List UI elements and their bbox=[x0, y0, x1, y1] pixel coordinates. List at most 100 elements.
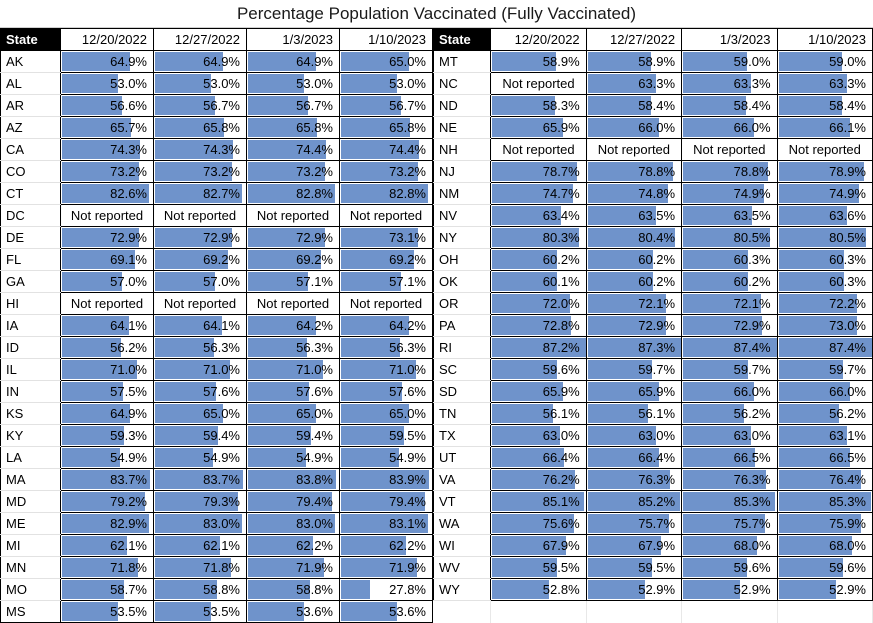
cell-value[interactable]: 82.8% bbox=[246, 182, 340, 205]
cell-state[interactable]: NC bbox=[432, 72, 492, 95]
cell-value[interactable]: Not reported bbox=[246, 204, 340, 227]
cell-state[interactable]: ND bbox=[432, 94, 492, 117]
cell-value[interactable]: 57.0% bbox=[60, 270, 154, 293]
cell-value[interactable]: 73.1% bbox=[339, 226, 433, 249]
cell-value[interactable]: 62.2% bbox=[246, 534, 340, 557]
cell-state[interactable]: MN bbox=[0, 556, 61, 579]
cell-state[interactable]: MS bbox=[0, 600, 61, 623]
cell-value[interactable]: 64.9% bbox=[246, 50, 340, 73]
cell-value[interactable]: 74.9% bbox=[681, 182, 778, 205]
cell-value[interactable]: 78.9% bbox=[776, 160, 873, 183]
cell-value[interactable]: 85.1% bbox=[490, 490, 587, 513]
cell-value[interactable]: 56.2% bbox=[681, 402, 778, 425]
cell-value[interactable]: 68.0% bbox=[776, 534, 873, 557]
cell-value[interactable]: 63.0% bbox=[681, 424, 778, 447]
cell-value[interactable]: 69.2% bbox=[339, 248, 433, 271]
cell-value[interactable]: 58.9% bbox=[490, 50, 587, 73]
cell-state[interactable]: SC bbox=[432, 358, 492, 381]
cell-value[interactable]: 56.6% bbox=[60, 94, 154, 117]
cell-value[interactable]: 56.1% bbox=[585, 402, 683, 425]
cell-value[interactable]: 64.9% bbox=[153, 50, 247, 73]
cell-state[interactable]: SD bbox=[432, 380, 492, 403]
cell-state[interactable]: MO bbox=[0, 578, 61, 601]
col-header-date-right-2[interactable]: 1/3/2023 bbox=[681, 28, 778, 51]
cell-value[interactable]: 66.0% bbox=[681, 380, 778, 403]
cell-value[interactable]: 66.5% bbox=[681, 446, 778, 469]
cell-state[interactable]: NV bbox=[432, 204, 492, 227]
cell-state[interactable]: MA bbox=[0, 468, 61, 491]
cell-value[interactable]: 78.8% bbox=[585, 160, 683, 183]
cell-value[interactable]: 56.2% bbox=[60, 336, 154, 359]
cell-state[interactable] bbox=[433, 600, 492, 623]
cell-state[interactable]: CT bbox=[0, 182, 61, 205]
cell-value[interactable]: 66.0% bbox=[585, 116, 683, 139]
cell-value[interactable]: 82.9% bbox=[60, 512, 154, 535]
cell-state[interactable]: AR bbox=[0, 94, 61, 117]
cell-value[interactable]: 57.6% bbox=[153, 380, 247, 403]
cell-state[interactable]: NJ bbox=[432, 160, 492, 183]
cell-value[interactable]: 52.9% bbox=[681, 578, 778, 601]
cell-value[interactable]: 73.2% bbox=[246, 160, 340, 183]
cell-value[interactable]: 60.2% bbox=[490, 248, 587, 271]
cell-value[interactable]: 72.9% bbox=[60, 226, 154, 249]
cell-value[interactable]: 79.2% bbox=[60, 490, 154, 513]
cell-state[interactable]: DC bbox=[0, 204, 61, 227]
cell-value[interactable]: 56.3% bbox=[246, 336, 340, 359]
cell-value[interactable]: 56.1% bbox=[490, 402, 587, 425]
cell-value[interactable]: 65.8% bbox=[153, 116, 247, 139]
cell-value[interactable]: Not reported bbox=[585, 138, 683, 161]
cell-value[interactable]: 71.0% bbox=[246, 358, 340, 381]
cell-value[interactable]: 74.3% bbox=[153, 138, 247, 161]
cell-value[interactable]: 57.1% bbox=[246, 270, 340, 293]
cell-value[interactable]: 62.2% bbox=[339, 534, 433, 557]
cell-state[interactable]: VA bbox=[432, 468, 492, 491]
col-header-date-right-1[interactable]: 12/27/2022 bbox=[585, 28, 683, 51]
cell-value[interactable]: 56.7% bbox=[246, 94, 340, 117]
cell-value[interactable]: Not reported bbox=[681, 138, 778, 161]
cell-value[interactable]: 69.1% bbox=[60, 248, 154, 271]
cell-state[interactable]: KY bbox=[0, 424, 61, 447]
cell-value[interactable]: 69.2% bbox=[246, 248, 340, 271]
cell-value[interactable]: 63.3% bbox=[585, 72, 683, 95]
cell-value[interactable]: 65.9% bbox=[490, 116, 587, 139]
cell-value[interactable]: 83.7% bbox=[60, 468, 154, 491]
cell-value[interactable]: Not reported bbox=[776, 138, 873, 161]
cell-value[interactable]: 72.1% bbox=[681, 292, 778, 315]
cell-value[interactable]: 65.0% bbox=[153, 402, 247, 425]
cell-value[interactable]: 72.9% bbox=[153, 226, 247, 249]
cell-value[interactable]: 53.0% bbox=[60, 72, 154, 95]
cell-value[interactable]: 59.4% bbox=[246, 424, 340, 447]
cell-value[interactable]: 64.2% bbox=[339, 314, 433, 337]
cell-value[interactable]: Not reported bbox=[60, 204, 154, 227]
cell-value[interactable]: 54.9% bbox=[339, 446, 433, 469]
cell-value[interactable]: 71.0% bbox=[60, 358, 154, 381]
cell-value[interactable]: 60.3% bbox=[681, 248, 778, 271]
cell-value[interactable]: 56.7% bbox=[153, 94, 247, 117]
cell-value[interactable]: 64.1% bbox=[60, 314, 154, 337]
cell-value[interactable]: 66.4% bbox=[490, 446, 587, 469]
cell-value[interactable]: 71.8% bbox=[153, 556, 247, 579]
cell-value[interactable]: 80.5% bbox=[776, 226, 873, 249]
cell-value[interactable]: 82.7% bbox=[153, 182, 247, 205]
cell-value[interactable]: 66.4% bbox=[585, 446, 683, 469]
cell-value[interactable]: 58.8% bbox=[246, 578, 340, 601]
cell-value[interactable]: 75.7% bbox=[585, 512, 683, 535]
cell-value[interactable]: 64.1% bbox=[153, 314, 247, 337]
col-header-state[interactable]: State bbox=[0, 28, 61, 51]
cell-value[interactable]: 76.3% bbox=[585, 468, 683, 491]
cell-value[interactable]: 52.9% bbox=[776, 578, 873, 601]
cell-value[interactable]: 83.9% bbox=[339, 468, 433, 491]
cell-value[interactable]: 83.0% bbox=[246, 512, 340, 535]
cell-value[interactable]: 73.2% bbox=[60, 160, 154, 183]
cell-value[interactable]: 54.9% bbox=[246, 446, 340, 469]
cell-value[interactable]: 65.8% bbox=[339, 116, 433, 139]
cell-value[interactable]: 56.2% bbox=[776, 402, 873, 425]
cell-value[interactable]: 63.5% bbox=[585, 204, 683, 227]
cell-value[interactable]: 63.3% bbox=[776, 72, 873, 95]
cell-state[interactable]: GA bbox=[0, 270, 61, 293]
cell-value[interactable]: 57.6% bbox=[339, 380, 433, 403]
cell-value[interactable]: 76.3% bbox=[681, 468, 778, 491]
cell-value[interactable]: 56.7% bbox=[339, 94, 433, 117]
cell-value[interactable]: 57.5% bbox=[60, 380, 154, 403]
cell-value[interactable]: 59.6% bbox=[681, 556, 778, 579]
